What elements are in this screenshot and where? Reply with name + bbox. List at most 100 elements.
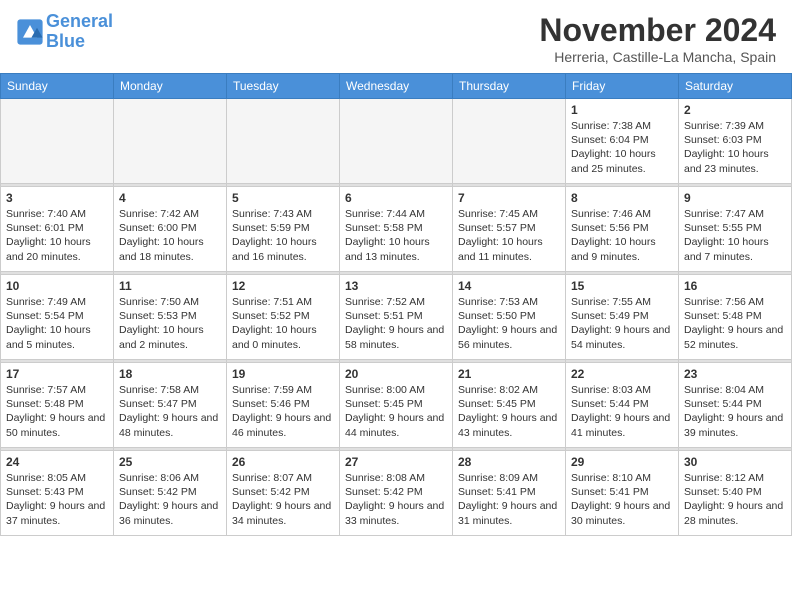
- day-number: 14: [458, 279, 560, 293]
- weekday-header-saturday: Saturday: [679, 74, 792, 99]
- week-row-2: 10 Sunrise: 7:49 AM Sunset: 5:54 PM Dayli…: [1, 275, 792, 360]
- day-number: 29: [571, 455, 673, 469]
- day-info: Sunrise: 7:49 AM Sunset: 5:54 PM Dayligh…: [6, 295, 108, 352]
- day-info: Sunrise: 8:08 AM Sunset: 5:42 PM Dayligh…: [345, 471, 447, 528]
- week-row-4: 24 Sunrise: 8:05 AM Sunset: 5:43 PM Dayli…: [1, 451, 792, 536]
- weekday-header-tuesday: Tuesday: [227, 74, 340, 99]
- calendar-cell: 6Sunrise: 7:44 AM Sunset: 5:58 PM Daylig…: [340, 187, 453, 272]
- calendar-cell: 28Sunrise: 8:09 AM Sunset: 5:41 PM Dayli…: [453, 451, 566, 536]
- calendar-cell: 23 Sunrise: 8:04 AM Sunset: 5:44 PM Dayli…: [679, 363, 792, 448]
- day-number: 27: [345, 455, 447, 469]
- month-title: November 2024: [539, 12, 776, 49]
- calendar-cell: [340, 99, 453, 184]
- day-number: 4: [119, 191, 221, 205]
- day-number: 13: [345, 279, 447, 293]
- calendar-cell: 5 Sunrise: 7:43 AM Sunset: 5:59 PM Daylig…: [227, 187, 340, 272]
- day-number: 18: [119, 367, 221, 381]
- weekday-header-monday: Monday: [114, 74, 227, 99]
- day-number: 19: [232, 367, 334, 381]
- logo-text: General Blue: [46, 12, 113, 52]
- calendar-cell: 26 Sunrise: 8:07 AM Sunset: 5:42 PM Dayli…: [227, 451, 340, 536]
- day-info: Sunrise: 8:06 AM Sunset: 5:42 PM Dayligh…: [119, 471, 221, 528]
- logo-line1: General: [46, 11, 113, 31]
- day-number: 1: [571, 103, 673, 117]
- day-info: Sunrise: 7:38 AM Sunset: 6:04 PM Dayligh…: [571, 119, 673, 176]
- logo: General Blue: [16, 12, 113, 52]
- day-info: Sunrise: 8:07 AM Sunset: 5:42 PM Dayligh…: [232, 471, 334, 528]
- week-row-3: 17Sunrise: 7:57 AM Sunset: 5:48 PM Dayli…: [1, 363, 792, 448]
- calendar-cell: 25 Sunrise: 8:06 AM Sunset: 5:42 PM Dayli…: [114, 451, 227, 536]
- day-number: 15: [571, 279, 673, 293]
- calendar-cell: 17Sunrise: 7:57 AM Sunset: 5:48 PM Dayli…: [1, 363, 114, 448]
- day-number: 5: [232, 191, 334, 205]
- day-info: Sunrise: 7:58 AM Sunset: 5:47 PM Dayligh…: [119, 383, 221, 440]
- calendar-table: SundayMondayTuesdayWednesdayThursdayFrid…: [0, 73, 792, 536]
- day-number: 26: [232, 455, 334, 469]
- week-row-1: 3Sunrise: 7:40 AM Sunset: 6:01 PM Daylig…: [1, 187, 792, 272]
- calendar-cell: 19Sunrise: 7:59 AM Sunset: 5:46 PM Dayli…: [227, 363, 340, 448]
- logo-icon: [16, 18, 44, 46]
- calendar-cell: 9Sunrise: 7:47 AM Sunset: 5:55 PM Daylig…: [679, 187, 792, 272]
- calendar-cell: 22 Sunrise: 8:03 AM Sunset: 5:44 PM Dayli…: [566, 363, 679, 448]
- weekday-header-friday: Friday: [566, 74, 679, 99]
- calendar-cell: [114, 99, 227, 184]
- calendar-cell: 14 Sunrise: 7:53 AM Sunset: 5:50 PM Dayli…: [453, 275, 566, 360]
- day-info: Sunrise: 7:53 AM Sunset: 5:50 PM Dayligh…: [458, 295, 560, 352]
- day-number: 23: [684, 367, 786, 381]
- week-row-0: 1 Sunrise: 7:38 AM Sunset: 6:04 PM Daylig…: [1, 99, 792, 184]
- day-number: 22: [571, 367, 673, 381]
- title-block: November 2024 Herreria, Castille-La Manc…: [539, 12, 776, 65]
- day-number: 12: [232, 279, 334, 293]
- day-number: 30: [684, 455, 786, 469]
- day-info: Sunrise: 7:46 AM Sunset: 5:56 PM Dayligh…: [571, 207, 673, 264]
- day-number: 20: [345, 367, 447, 381]
- weekday-header-wednesday: Wednesday: [340, 74, 453, 99]
- calendar-cell: [227, 99, 340, 184]
- weekday-header-row: SundayMondayTuesdayWednesdayThursdayFrid…: [1, 74, 792, 99]
- calendar-cell: 10 Sunrise: 7:49 AM Sunset: 5:54 PM Dayli…: [1, 275, 114, 360]
- calendar-cell: 24 Sunrise: 8:05 AM Sunset: 5:43 PM Dayli…: [1, 451, 114, 536]
- day-info: Sunrise: 8:05 AM Sunset: 5:43 PM Dayligh…: [6, 471, 108, 528]
- page-header: General Blue November 2024 Herreria, Cas…: [0, 0, 792, 73]
- day-number: 16: [684, 279, 786, 293]
- calendar-cell: 8 Sunrise: 7:46 AM Sunset: 5:56 PM Daylig…: [566, 187, 679, 272]
- calendar-cell: 27 Sunrise: 8:08 AM Sunset: 5:42 PM Dayli…: [340, 451, 453, 536]
- calendar-cell: 3Sunrise: 7:40 AM Sunset: 6:01 PM Daylig…: [1, 187, 114, 272]
- day-info: Sunrise: 7:55 AM Sunset: 5:49 PM Dayligh…: [571, 295, 673, 352]
- day-info: Sunrise: 8:03 AM Sunset: 5:44 PM Dayligh…: [571, 383, 673, 440]
- weekday-header-thursday: Thursday: [453, 74, 566, 99]
- day-info: Sunrise: 7:50 AM Sunset: 5:53 PM Dayligh…: [119, 295, 221, 352]
- calendar-cell: 20 Sunrise: 8:00 AM Sunset: 5:45 PM Dayli…: [340, 363, 453, 448]
- day-info: Sunrise: 7:42 AM Sunset: 6:00 PM Dayligh…: [119, 207, 221, 264]
- calendar-cell: 12 Sunrise: 7:51 AM Sunset: 5:52 PM Dayli…: [227, 275, 340, 360]
- day-info: Sunrise: 8:04 AM Sunset: 5:44 PM Dayligh…: [684, 383, 786, 440]
- calendar-cell: 7 Sunrise: 7:45 AM Sunset: 5:57 PM Daylig…: [453, 187, 566, 272]
- day-info: Sunrise: 7:56 AM Sunset: 5:48 PM Dayligh…: [684, 295, 786, 352]
- day-info: Sunrise: 8:12 AM Sunset: 5:40 PM Dayligh…: [684, 471, 786, 528]
- calendar-cell: 18 Sunrise: 7:58 AM Sunset: 5:47 PM Dayli…: [114, 363, 227, 448]
- day-info: Sunrise: 7:52 AM Sunset: 5:51 PM Dayligh…: [345, 295, 447, 352]
- day-info: Sunrise: 7:39 AM Sunset: 6:03 PM Dayligh…: [684, 119, 786, 176]
- day-number: 24: [6, 455, 108, 469]
- day-number: 8: [571, 191, 673, 205]
- calendar-cell: 21Sunrise: 8:02 AM Sunset: 5:45 PM Dayli…: [453, 363, 566, 448]
- day-info: Sunrise: 7:51 AM Sunset: 5:52 PM Dayligh…: [232, 295, 334, 352]
- day-info: Sunrise: 8:00 AM Sunset: 5:45 PM Dayligh…: [345, 383, 447, 440]
- day-number: 25: [119, 455, 221, 469]
- day-info: Sunrise: 7:45 AM Sunset: 5:57 PM Dayligh…: [458, 207, 560, 264]
- day-info: Sunrise: 8:09 AM Sunset: 5:41 PM Dayligh…: [458, 471, 560, 528]
- calendar-cell: 16 Sunrise: 7:56 AM Sunset: 5:48 PM Dayli…: [679, 275, 792, 360]
- calendar-cell: 30 Sunrise: 8:12 AM Sunset: 5:40 PM Dayli…: [679, 451, 792, 536]
- day-info: Sunrise: 7:44 AM Sunset: 5:58 PM Dayligh…: [345, 207, 447, 264]
- calendar-cell: 29Sunrise: 8:10 AM Sunset: 5:41 PM Dayli…: [566, 451, 679, 536]
- day-info: Sunrise: 7:43 AM Sunset: 5:59 PM Dayligh…: [232, 207, 334, 264]
- day-number: 21: [458, 367, 560, 381]
- day-info: Sunrise: 7:57 AM Sunset: 5:48 PM Dayligh…: [6, 383, 108, 440]
- calendar-cell: [453, 99, 566, 184]
- day-number: 3: [6, 191, 108, 205]
- calendar-cell: 13 Sunrise: 7:52 AM Sunset: 5:51 PM Dayli…: [340, 275, 453, 360]
- day-number: 7: [458, 191, 560, 205]
- day-number: 11: [119, 279, 221, 293]
- day-number: 10: [6, 279, 108, 293]
- weekday-header-sunday: Sunday: [1, 74, 114, 99]
